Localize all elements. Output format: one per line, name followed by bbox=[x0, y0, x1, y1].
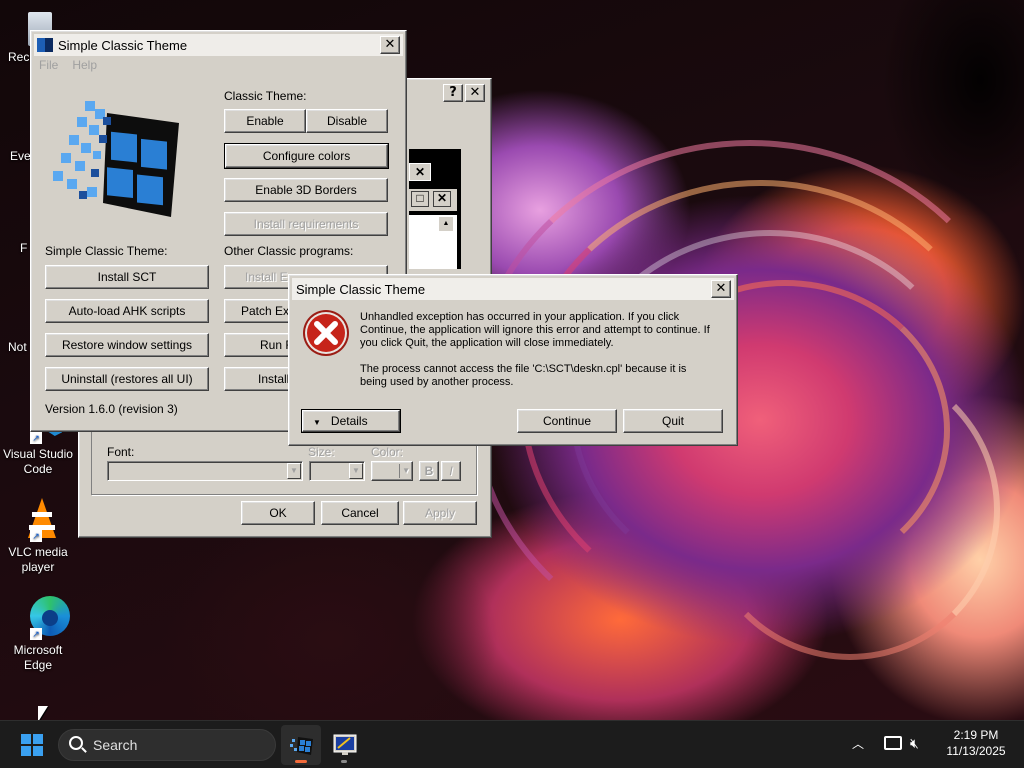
tray-overflow-chevron-icon[interactable]: ︿ bbox=[852, 735, 864, 752]
error-message: Unhandled exception has occurred in your… bbox=[360, 311, 710, 349]
clock-date: 11/13/2025 bbox=[946, 744, 1006, 758]
font-label: Font: bbox=[107, 445, 135, 459]
network-icon[interactable] bbox=[884, 736, 902, 750]
continue-button[interactable]: Continue bbox=[517, 409, 617, 433]
sct-app-icon bbox=[37, 38, 53, 52]
chevron-down-icon: ▼ bbox=[287, 463, 301, 479]
running-indicator bbox=[295, 760, 307, 763]
error-dialog: Simple Classic Theme ✕ Unhandled excepti… bbox=[288, 274, 738, 446]
taskbar-sct-app[interactable] bbox=[281, 725, 321, 765]
edge-icon: ↗ bbox=[16, 596, 70, 640]
scroll-up-icon: ▲ bbox=[439, 217, 453, 231]
desktop-icon-edge[interactable]: ↗ Microsoft Edge bbox=[0, 596, 76, 673]
sct-logo-icon bbox=[290, 737, 313, 755]
details-button[interactable]: ▼ Details bbox=[301, 409, 401, 433]
enable-3d-borders-button[interactable]: Enable 3D Borders bbox=[224, 178, 388, 202]
autoload-ahk-button[interactable]: Auto-load AHK scripts bbox=[45, 299, 209, 323]
start-button[interactable] bbox=[12, 725, 52, 765]
install-requirements-button[interactable]: Install requirements bbox=[224, 212, 388, 236]
preview-window: □ ✕ bbox=[409, 189, 457, 211]
taskbar: Search ︿ 🔇︎ 2:19 PM 11/13/2025 bbox=[0, 720, 1024, 768]
sct-menubar: File Help bbox=[39, 58, 97, 72]
details-label: Details bbox=[330, 414, 368, 428]
search-placeholder: Search bbox=[93, 737, 138, 753]
preview-close-icon: ✕ bbox=[433, 191, 451, 207]
error-titlebar: Simple Classic Theme ✕ bbox=[292, 278, 734, 300]
version-label: Version 1.6.0 (revision 3) bbox=[45, 402, 178, 416]
caret-down-icon: ▼ bbox=[313, 418, 321, 427]
font-select[interactable]: ▼ bbox=[107, 461, 303, 481]
size-label: Size: bbox=[308, 445, 335, 459]
display-settings-icon bbox=[333, 734, 357, 755]
color-label: Color: bbox=[371, 445, 404, 459]
menu-help[interactable]: Help bbox=[72, 58, 97, 72]
volume-muted-icon[interactable]: 🔇︎ bbox=[910, 735, 919, 752]
preview-maximize-icon: □ bbox=[411, 191, 429, 207]
search-icon-handle bbox=[81, 747, 87, 753]
size-select[interactable]: ▼ bbox=[309, 461, 365, 481]
preview-close-icon: ✕ bbox=[409, 163, 431, 181]
taskbar-display-properties[interactable] bbox=[324, 725, 364, 765]
preview-area: ✕ □ ✕ ▲ bbox=[409, 149, 461, 269]
clock-time: 2:19 PM bbox=[953, 728, 999, 742]
ok-button[interactable]: OK bbox=[241, 501, 315, 525]
wallpaper-swirl bbox=[700, 360, 1000, 660]
vlc-icon: ↗ bbox=[16, 498, 60, 542]
quit-button[interactable]: Quit bbox=[623, 409, 723, 433]
bold-button[interactable]: B bbox=[419, 461, 439, 481]
classic-theme-label: Classic Theme: bbox=[224, 89, 307, 103]
sct-titlebar: Simple Classic Theme ✕ bbox=[34, 34, 403, 56]
install-sct-button[interactable]: Install SCT bbox=[45, 265, 209, 289]
chevron-down-icon: ▼ bbox=[402, 466, 410, 475]
windows-classic-logo bbox=[47, 91, 189, 231]
enable-button[interactable]: Enable bbox=[224, 109, 306, 133]
sct-window-title: Simple Classic Theme bbox=[58, 37, 188, 53]
restore-window-settings-button[interactable]: Restore window settings bbox=[45, 333, 209, 357]
close-button[interactable]: ✕ bbox=[465, 84, 485, 102]
preview-scroll: ▲ bbox=[409, 215, 457, 269]
desktop-icon-label: Microsoft Edge bbox=[13, 643, 63, 672]
menu-file[interactable]: File bbox=[39, 58, 58, 72]
disable-button[interactable]: Disable bbox=[306, 109, 388, 133]
uninstall-button[interactable]: Uninstall (restores all UI) bbox=[45, 367, 209, 391]
taskbar-search-box[interactable]: Search bbox=[58, 729, 276, 761]
apply-button[interactable]: Apply bbox=[403, 501, 477, 525]
desktop-icon-label: VLC media player bbox=[8, 545, 68, 574]
chevron-down-icon: ▼ bbox=[349, 463, 363, 479]
running-indicator bbox=[341, 760, 347, 763]
close-button[interactable]: ✕ bbox=[380, 36, 400, 54]
help-button[interactable]: ? bbox=[443, 84, 463, 102]
cancel-button[interactable]: Cancel bbox=[321, 501, 399, 525]
error-icon bbox=[302, 309, 350, 357]
sct-section-label: Simple Classic Theme: bbox=[45, 244, 168, 258]
configure-colors-button[interactable]: Configure colors bbox=[224, 143, 389, 169]
error-dialog-title: Simple Classic Theme bbox=[296, 281, 426, 297]
close-button[interactable]: ✕ bbox=[711, 280, 731, 298]
italic-button[interactable]: I bbox=[441, 461, 461, 481]
desktop-icon-label: Visual Studio Code bbox=[3, 447, 73, 476]
desktop-icon-vlc[interactable]: ↗ VLC media player bbox=[0, 498, 76, 575]
other-programs-label: Other Classic programs: bbox=[224, 244, 354, 258]
windows-start-icon bbox=[21, 734, 43, 756]
clock[interactable]: 2:19 PM 11/13/2025 bbox=[936, 727, 1016, 759]
error-detail-message: The process cannot access the file 'C:\S… bbox=[360, 363, 687, 388]
color-picker-button[interactable]: ▼ bbox=[371, 461, 413, 481]
